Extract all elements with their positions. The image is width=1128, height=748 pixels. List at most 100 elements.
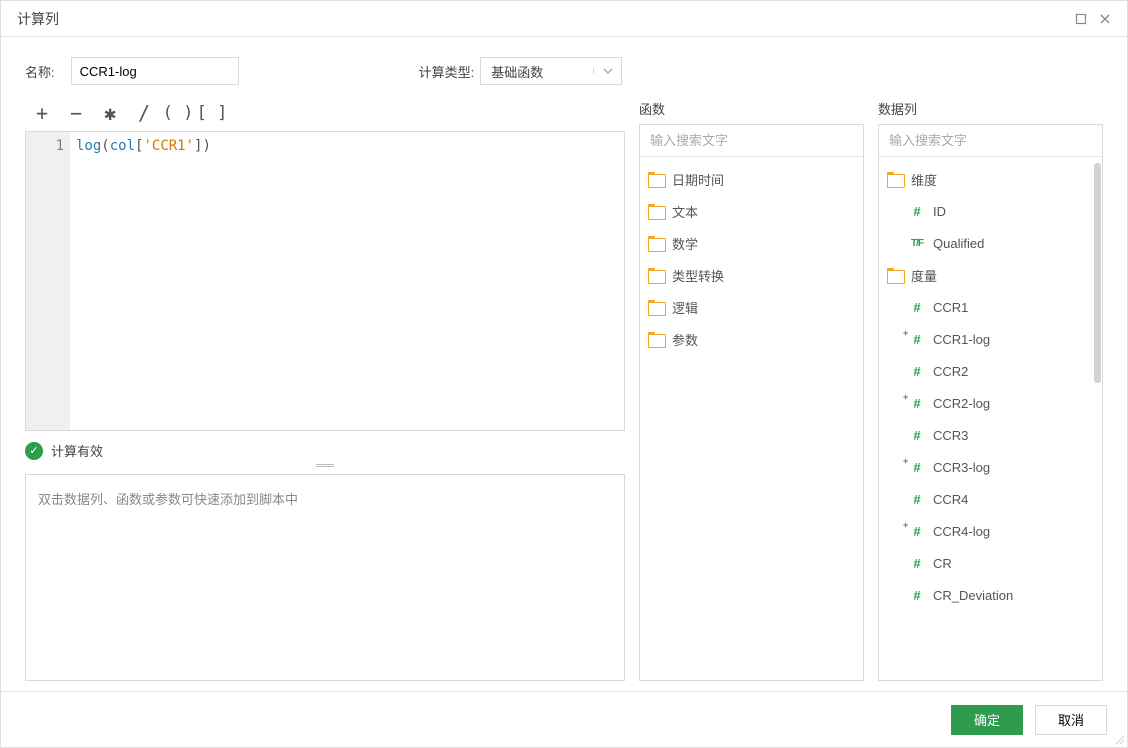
- boolean-type-icon: T/F: [909, 238, 925, 249]
- functions-folder-item[interactable]: 日期时间: [640, 163, 863, 195]
- scrollbar[interactable]: [1094, 163, 1101, 674]
- scrollbar-thumb[interactable]: [1094, 163, 1101, 383]
- columns-body: 维度#IDT/FQualified度量#CCR1#CCR1-log#CCR2#C…: [878, 124, 1103, 681]
- tree-item-label: CCR1-log: [933, 332, 990, 347]
- resize-grip-icon[interactable]: [1114, 734, 1126, 746]
- columns-field-item[interactable]: # CR: [879, 547, 1102, 579]
- op-divide-button[interactable]: /: [127, 99, 161, 127]
- validity-row: ✓ 计算有效: [25, 441, 625, 460]
- columns-search: [879, 125, 1102, 157]
- folder-icon: [648, 236, 664, 250]
- folder-open-icon: [887, 268, 903, 282]
- columns-field-item[interactable]: # CCR1-log: [879, 323, 1102, 355]
- calc-number-type-icon: #: [909, 460, 925, 475]
- number-type-icon: #: [909, 300, 925, 315]
- functions-folder-item[interactable]: 逻辑: [640, 291, 863, 323]
- validity-text: 计算有效: [51, 441, 103, 460]
- op-plus-button[interactable]: +: [25, 99, 59, 127]
- tree-item-label: 参数: [672, 330, 698, 349]
- columns-folder-item[interactable]: 维度: [879, 163, 1102, 195]
- tree-item-label: 度量: [911, 266, 937, 285]
- calc-type-value: 基础函数: [481, 62, 593, 81]
- columns-field-item[interactable]: # CCR4-log: [879, 515, 1102, 547]
- calc-number-type-icon: #: [909, 332, 925, 347]
- check-circle-icon: ✓: [25, 442, 43, 460]
- close-icon[interactable]: [1093, 7, 1117, 31]
- columns-title: 数据列: [878, 99, 1103, 118]
- columns-field-item[interactable]: # CCR4: [879, 483, 1102, 515]
- columns-field-item[interactable]: T/F Qualified: [879, 227, 1102, 259]
- drag-handle-icon: [316, 464, 334, 467]
- chevron-down-icon: [593, 68, 621, 74]
- op-multiply-button[interactable]: ✱: [93, 99, 127, 127]
- op-minus-button[interactable]: −: [59, 99, 93, 127]
- tree-item-label: CCR2: [933, 364, 968, 379]
- tree-item-label: CCR4-log: [933, 524, 990, 539]
- name-input[interactable]: [71, 57, 239, 85]
- columns-search-input[interactable]: [879, 125, 1102, 156]
- functions-folder-item[interactable]: 参数: [640, 323, 863, 355]
- ok-button[interactable]: 确定: [951, 705, 1023, 735]
- functions-folder-item[interactable]: 文本: [640, 195, 863, 227]
- code-area[interactable]: log(col['CCR1']): [70, 132, 624, 430]
- folder-icon: [648, 332, 664, 346]
- op-bracket-button[interactable]: [ ]: [195, 99, 229, 127]
- columns-tree: 维度#IDT/FQualified度量#CCR1#CCR1-log#CCR2#C…: [879, 157, 1102, 680]
- columns-field-item[interactable]: # CCR2-log: [879, 387, 1102, 419]
- tree-item-label: 文本: [672, 202, 698, 221]
- folder-icon: [648, 300, 664, 314]
- columns-field-item[interactable]: #ID: [879, 195, 1102, 227]
- tree-item-label: CCR1: [933, 300, 968, 315]
- calc-type-label: 计算类型:: [419, 62, 475, 81]
- functions-panel: 函数 日期时间文本数学类型转换逻辑参数: [639, 99, 864, 681]
- titlebar: 计算列: [1, 1, 1127, 37]
- tree-item-label: CCR2-log: [933, 396, 990, 411]
- editor-column: + − ✱ / ( ) [ ] 1 log(col['CCR1']) ✓ 计算有…: [25, 99, 625, 681]
- operator-toolbar: + − ✱ / ( ) [ ]: [25, 99, 625, 127]
- cancel-button[interactable]: 取消: [1035, 705, 1107, 735]
- folder-icon: [648, 204, 664, 218]
- functions-folder-item[interactable]: 数学: [640, 227, 863, 259]
- functions-folder-item[interactable]: 类型转换: [640, 259, 863, 291]
- columns-field-item[interactable]: # CCR1: [879, 291, 1102, 323]
- tree-item-label: CCR3: [933, 428, 968, 443]
- calc-number-type-icon: #: [909, 524, 925, 539]
- tree-item-label: 逻辑: [672, 298, 698, 317]
- columns-field-item[interactable]: #CCR2: [879, 355, 1102, 387]
- maximize-icon[interactable]: [1069, 7, 1093, 31]
- folder-icon: [648, 172, 664, 186]
- tree-item-label: 日期时间: [672, 170, 724, 189]
- calc-type-select[interactable]: 基础函数: [480, 57, 622, 85]
- name-label: 名称:: [25, 62, 55, 81]
- tree-item-label: 类型转换: [672, 266, 724, 285]
- calc-column-dialog: 计算列 名称: 计算类型: 基础函数: [0, 0, 1128, 748]
- tree-item-label: CR: [933, 556, 952, 571]
- columns-folder-item[interactable]: 度量: [879, 259, 1102, 291]
- splitter[interactable]: [25, 460, 625, 470]
- code-editor[interactable]: 1 log(col['CCR1']): [25, 131, 625, 431]
- number-type-icon: #: [909, 556, 925, 571]
- main-area: + − ✱ / ( ) [ ] 1 log(col['CCR1']) ✓ 计算有…: [25, 99, 1103, 681]
- form-row: 名称: 计算类型: 基础函数: [25, 57, 1103, 85]
- line-gutter: 1: [26, 132, 70, 430]
- tree-item-label: 数学: [672, 234, 698, 253]
- tree-item-label: CCR4: [933, 492, 968, 507]
- functions-tree: 日期时间文本数学类型转换逻辑参数: [640, 157, 863, 680]
- number-type-icon: #: [909, 588, 925, 603]
- tree-item-label: 维度: [911, 170, 937, 189]
- folder-icon: [648, 268, 664, 282]
- tree-item-label: CR_Deviation: [933, 588, 1013, 603]
- op-paren-button[interactable]: ( ): [161, 99, 195, 127]
- columns-field-item[interactable]: #CCR3-log: [879, 451, 1102, 483]
- number-type-icon: #: [909, 428, 925, 443]
- number-type-icon: #: [909, 492, 925, 507]
- functions-search: [640, 125, 863, 157]
- columns-field-item[interactable]: # CR_Deviation: [879, 579, 1102, 611]
- hint-box: 双击数据列、函数或参数可快速添加到脚本中: [25, 474, 625, 681]
- tree-item-label: Qualified: [933, 236, 984, 251]
- calc-number-type-icon: #: [909, 396, 925, 411]
- hint-text: 双击数据列、函数或参数可快速添加到脚本中: [38, 492, 298, 507]
- columns-field-item[interactable]: # CCR3: [879, 419, 1102, 451]
- number-type-icon: #: [909, 204, 925, 219]
- functions-search-input[interactable]: [640, 125, 863, 156]
